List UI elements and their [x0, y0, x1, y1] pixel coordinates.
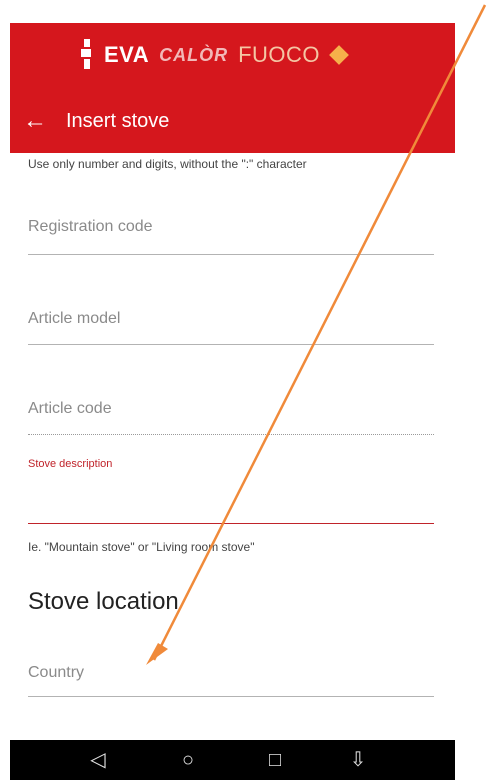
article-code-underline: [28, 434, 434, 435]
article-model-underline: [28, 344, 434, 345]
stove-description-hint: Ie. "Mountain stove" or "Living room sto…: [28, 540, 255, 554]
country-underline: [28, 696, 434, 697]
nav-back-button[interactable]: ◁: [85, 748, 111, 772]
back-button[interactable]: ←: [20, 106, 50, 136]
article-code-placeholder: Article code: [28, 400, 112, 417]
nav-home-button[interactable]: ○: [175, 748, 201, 772]
brand-logo: EVA CALÒR FUOCO: [80, 35, 380, 75]
article-code-field[interactable]: Article code: [28, 400, 434, 440]
arrow-left-icon: ←: [23, 107, 47, 134]
phone-screen: EVA CALÒR FUOCO ← Insert stove Use only …: [10, 0, 455, 780]
triangle-back-icon: ◁: [90, 749, 106, 771]
stove-description-field[interactable]: [28, 478, 434, 524]
registration-code-underline: [28, 254, 434, 255]
square-recents-icon: □: [268, 749, 282, 771]
country-placeholder: Country: [28, 664, 85, 681]
stove-description-label: Stove description: [28, 458, 113, 470]
article-model-field[interactable]: Article model: [28, 310, 434, 350]
stove-location-heading: Stove location: [28, 588, 179, 615]
article-model-placeholder: Article model: [28, 310, 121, 327]
nav-menu-button[interactable]: ⇩: [345, 748, 371, 772]
download-menu-icon: ⇩: [349, 749, 367, 771]
flame-icon: [329, 45, 349, 65]
country-field[interactable]: Country: [28, 664, 434, 704]
circle-home-icon: ○: [181, 749, 195, 771]
nav-recents-button[interactable]: □: [262, 748, 288, 772]
registration-code-field[interactable]: Registration code: [28, 218, 434, 258]
registration-code-placeholder: Registration code: [28, 218, 153, 235]
page-title: Insert stove: [66, 110, 170, 132]
registration-hint: Use only number and digits, without the …: [28, 157, 307, 171]
logo-text-fuoco: FUOCO: [238, 42, 321, 67]
app-header: EVA CALÒR FUOCO ← Insert stove: [10, 23, 455, 153]
logo-mark: [80, 39, 94, 71]
logo-text-eva: EVA: [104, 42, 150, 67]
logo-text-calor: CALÒR: [159, 44, 229, 65]
stove-description-underline: [28, 523, 434, 524]
system-navigation-bar: ◁ ○ □ ⇩: [10, 740, 455, 780]
